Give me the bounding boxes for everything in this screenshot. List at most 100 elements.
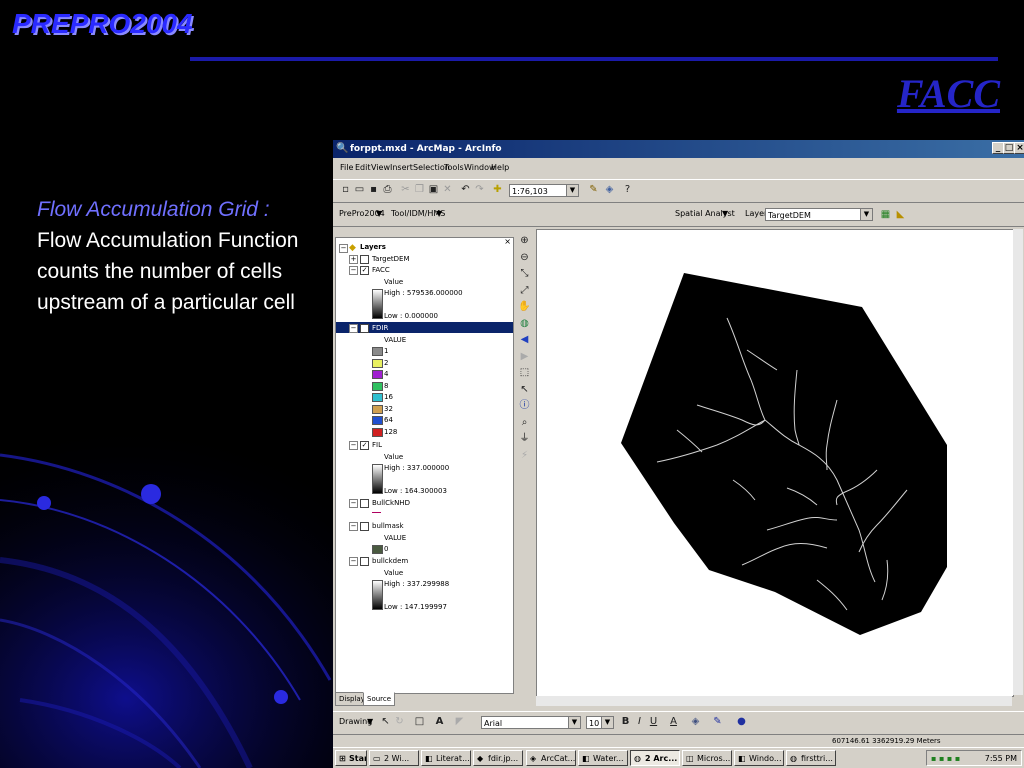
redo-icon[interactable]: ↷ [473,183,486,196]
italic-button[interactable]: I [633,715,646,728]
toc-layer-bullmask[interactable]: bullmask [372,522,404,530]
menu-edit[interactable]: Edit [355,163,371,172]
rectangle-icon[interactable]: □ [413,715,426,728]
pan-icon[interactable]: ✋ [518,300,531,313]
layer-checkbox[interactable]: ✓ [360,266,369,275]
find-icon[interactable]: ⌕ [518,416,531,429]
tab-source[interactable]: Source [363,692,396,706]
select-elements-icon[interactable]: ↖ [518,383,531,396]
spatial-tool-icon[interactable]: ◣ [894,208,907,221]
rotate-icon[interactable]: ↻ [393,715,406,728]
layer-checkbox[interactable] [360,255,369,264]
map-vertical-scrollbar[interactable] [1013,229,1023,695]
drawing-toolbar: Drawing ▼ ↖ ↻ □ A ◤ Arial ▼ 10 ▼ B I U A… [333,711,1024,732]
back-icon[interactable]: ◀ [518,333,531,346]
legend-class-label: 32 [384,404,393,413]
line-color-icon[interactable]: ✎ [711,715,724,728]
edit-vertices-icon[interactable]: ◤ [453,715,466,728]
toc-layer-fdir[interactable]: FDIR [372,324,388,332]
taskbar-task[interactable]: ▭ 2 Wi... [369,750,419,766]
collapse-icon[interactable]: − [349,441,358,450]
zoom-out-icon[interactable]: ⊖ [518,251,531,264]
toc-layer-bullcknhd[interactable]: BullCkNHD [372,499,410,507]
zoom-in-icon[interactable]: ⊕ [518,234,531,247]
font-combo[interactable]: Arial ▼ [481,716,581,729]
whats-this-icon[interactable]: ? [621,183,634,196]
toc-layer-facc[interactable]: FACC [372,266,390,274]
editor-icon[interactable]: ✎ [587,183,600,196]
text-icon[interactable]: A [433,715,446,728]
toc-layer-targetdem[interactable]: TargetDEM [372,255,410,263]
collapse-icon[interactable]: − [349,557,358,566]
taskbar-task[interactable]: ◧ Water... [578,750,628,766]
toc-layer-bullckdem[interactable]: bullckdem [372,557,408,565]
open-icon[interactable]: ▭ [353,183,366,196]
title-bar[interactable]: 🔍 forppt.mxd - ArcMap - ArcInfo _ □ × [333,140,1024,158]
menu-file[interactable]: File [340,163,353,172]
fixed-zoom-out-icon[interactable]: ⤢ [518,284,531,297]
taskbar-task[interactable]: ◆ fdir.jp... [473,750,523,766]
scale-combo[interactable]: 1:76,103 ▼ [509,184,579,197]
start-button[interactable]: ⊞ Start [335,750,367,766]
paste-icon[interactable]: ▣ [427,183,440,196]
chevron-down-icon: ▼ [568,717,580,728]
underline-button[interactable]: U [647,715,660,728]
menu-help[interactable]: Help [491,163,509,172]
collapse-icon[interactable]: − [349,499,358,508]
menu-view[interactable]: View [371,163,390,172]
collapse-icon[interactable]: − [349,522,358,531]
taskbar-task[interactable]: ◍ 2 Arc... [630,750,680,766]
close-icon[interactable]: × [504,238,511,246]
full-extent-icon[interactable]: ◍ [518,317,531,330]
taskbar-task[interactable]: ◧ Windo... [734,750,784,766]
layers-icon: ◆ [349,243,356,253]
menu-tools[interactable]: Tools [444,163,464,172]
print-icon[interactable]: ⎙ [381,183,394,196]
layer-checkbox[interactable]: ✓ [360,441,369,450]
expand-icon[interactable]: + [349,255,358,264]
map-canvas[interactable] [536,229,1014,697]
add-data-icon[interactable]: ✚ [491,183,504,196]
legend-class-label: 2 [384,358,389,367]
delete-icon[interactable]: ✕ [441,183,454,196]
hyperlink-icon[interactable]: ⚡ [518,449,531,462]
marker-color-icon[interactable]: ● [735,715,748,728]
toc-layer-fil[interactable]: FIL [372,441,382,449]
taskbar-task[interactable]: ◧ Literat... [421,750,471,766]
collapse-icon[interactable]: − [339,244,348,253]
new-icon[interactable]: ▫ [339,183,352,196]
histogram-icon[interactable]: ▦ [879,208,892,221]
font-size-combo[interactable]: 10 ▼ [586,716,614,729]
bold-button[interactable]: B [619,715,632,728]
fill-color-icon[interactable]: ◈ [689,715,702,728]
close-button[interactable]: × [1014,142,1024,154]
toc-root[interactable]: Layers [360,243,386,251]
tray-icons: ▪ ▪ ▪ ▪ [931,754,961,763]
map-horizontal-scrollbar[interactable] [536,696,1012,706]
layer-checkbox[interactable] [360,499,369,508]
select-features-icon[interactable]: ⬚ [518,366,531,379]
cut-icon[interactable]: ✂ [399,183,412,196]
collapse-icon[interactable]: − [349,324,358,333]
save-icon[interactable]: ▪ [367,183,380,196]
identify-icon[interactable]: ⓘ [518,399,531,412]
menu-insert[interactable]: Insert [390,163,413,172]
select-elements-icon[interactable]: ↖ [379,715,392,728]
font-color-icon[interactable]: A [667,715,680,728]
layer-checkbox[interactable] [360,522,369,531]
copy-icon[interactable]: ❐ [413,183,426,196]
arccatalog-icon[interactable]: ◈ [603,183,616,196]
taskbar-task[interactable]: ◈ ArcCat... [526,750,576,766]
layer-checkbox[interactable] [360,557,369,566]
forward-icon[interactable]: ▶ [518,350,531,363]
menu-bar: File Edit View Insert Selection Tools Wi… [333,160,1024,174]
taskbar-task[interactable]: ◍ firsttri... [786,750,836,766]
measure-icon[interactable]: ⏚ [518,432,531,445]
undo-icon[interactable]: ↶ [459,183,472,196]
layer-checkbox[interactable] [360,324,369,333]
start-label: Start [349,754,366,763]
collapse-icon[interactable]: − [349,266,358,275]
taskbar-task[interactable]: ◫ Micros... [682,750,732,766]
layer-combo[interactable]: TargetDEM ▼ [765,208,873,221]
fixed-zoom-in-icon[interactable]: ⤡ [518,267,531,280]
